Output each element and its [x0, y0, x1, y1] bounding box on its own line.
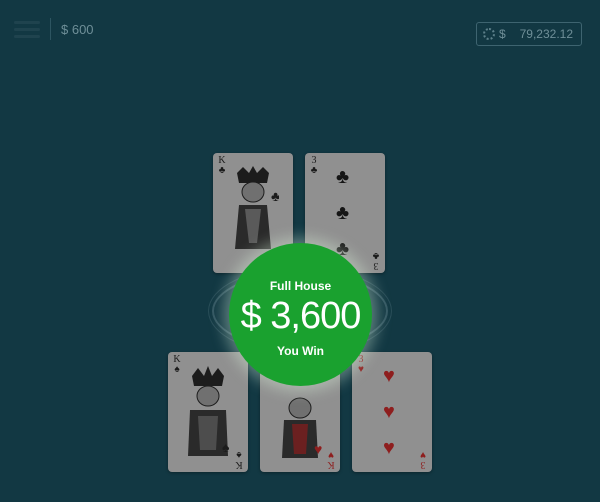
heart-pip-icon: ♥	[383, 437, 395, 459]
svg-text:♥: ♥	[314, 441, 322, 457]
card-index: 3 ♥	[420, 449, 426, 470]
card-index: 3 ♥	[358, 354, 364, 375]
svg-text:♠: ♠	[222, 439, 230, 455]
card-index: K ♣	[218, 155, 226, 176]
card-index: 3 ♣	[372, 250, 380, 271]
card-king-spades[interactable]: K ♠ ♠ K ♠	[168, 352, 248, 472]
club-pip-icon: ♣	[336, 166, 350, 188]
card-index: K ♠	[235, 449, 243, 470]
club-pip-icon: ♣	[336, 202, 350, 224]
card-index: K ♠	[173, 354, 181, 375]
top-bar: $ 600	[14, 18, 94, 40]
balance-currency: $	[499, 27, 506, 41]
hand-name: Full House	[269, 279, 332, 293]
heart-pip-icon: ♥	[383, 365, 395, 387]
win-amount: $ 3,600	[240, 295, 362, 337]
king-face-icon: ♣	[235, 166, 279, 249]
svg-text:♣: ♣	[271, 188, 279, 204]
card-three-hearts[interactable]: 3 ♥ ♥ ♥ ♥ 3 ♥	[352, 352, 432, 472]
card-index: 3 ♣	[310, 155, 318, 176]
win-badge: Full House $ 3,600 You Win	[229, 243, 372, 386]
card-index: K ♥	[327, 449, 335, 470]
chip-icon	[483, 28, 495, 40]
bet-amount: $ 600	[61, 21, 94, 37]
win-message: You Win	[277, 344, 324, 358]
balance-display: $ 79,232.12	[476, 22, 582, 46]
king-face-icon: ♠	[188, 366, 230, 456]
heart-pip-icon: ♥	[383, 401, 395, 423]
menu-icon[interactable]	[14, 19, 40, 39]
balance-amount: 79,232.12	[519, 27, 573, 41]
divider	[50, 18, 51, 40]
